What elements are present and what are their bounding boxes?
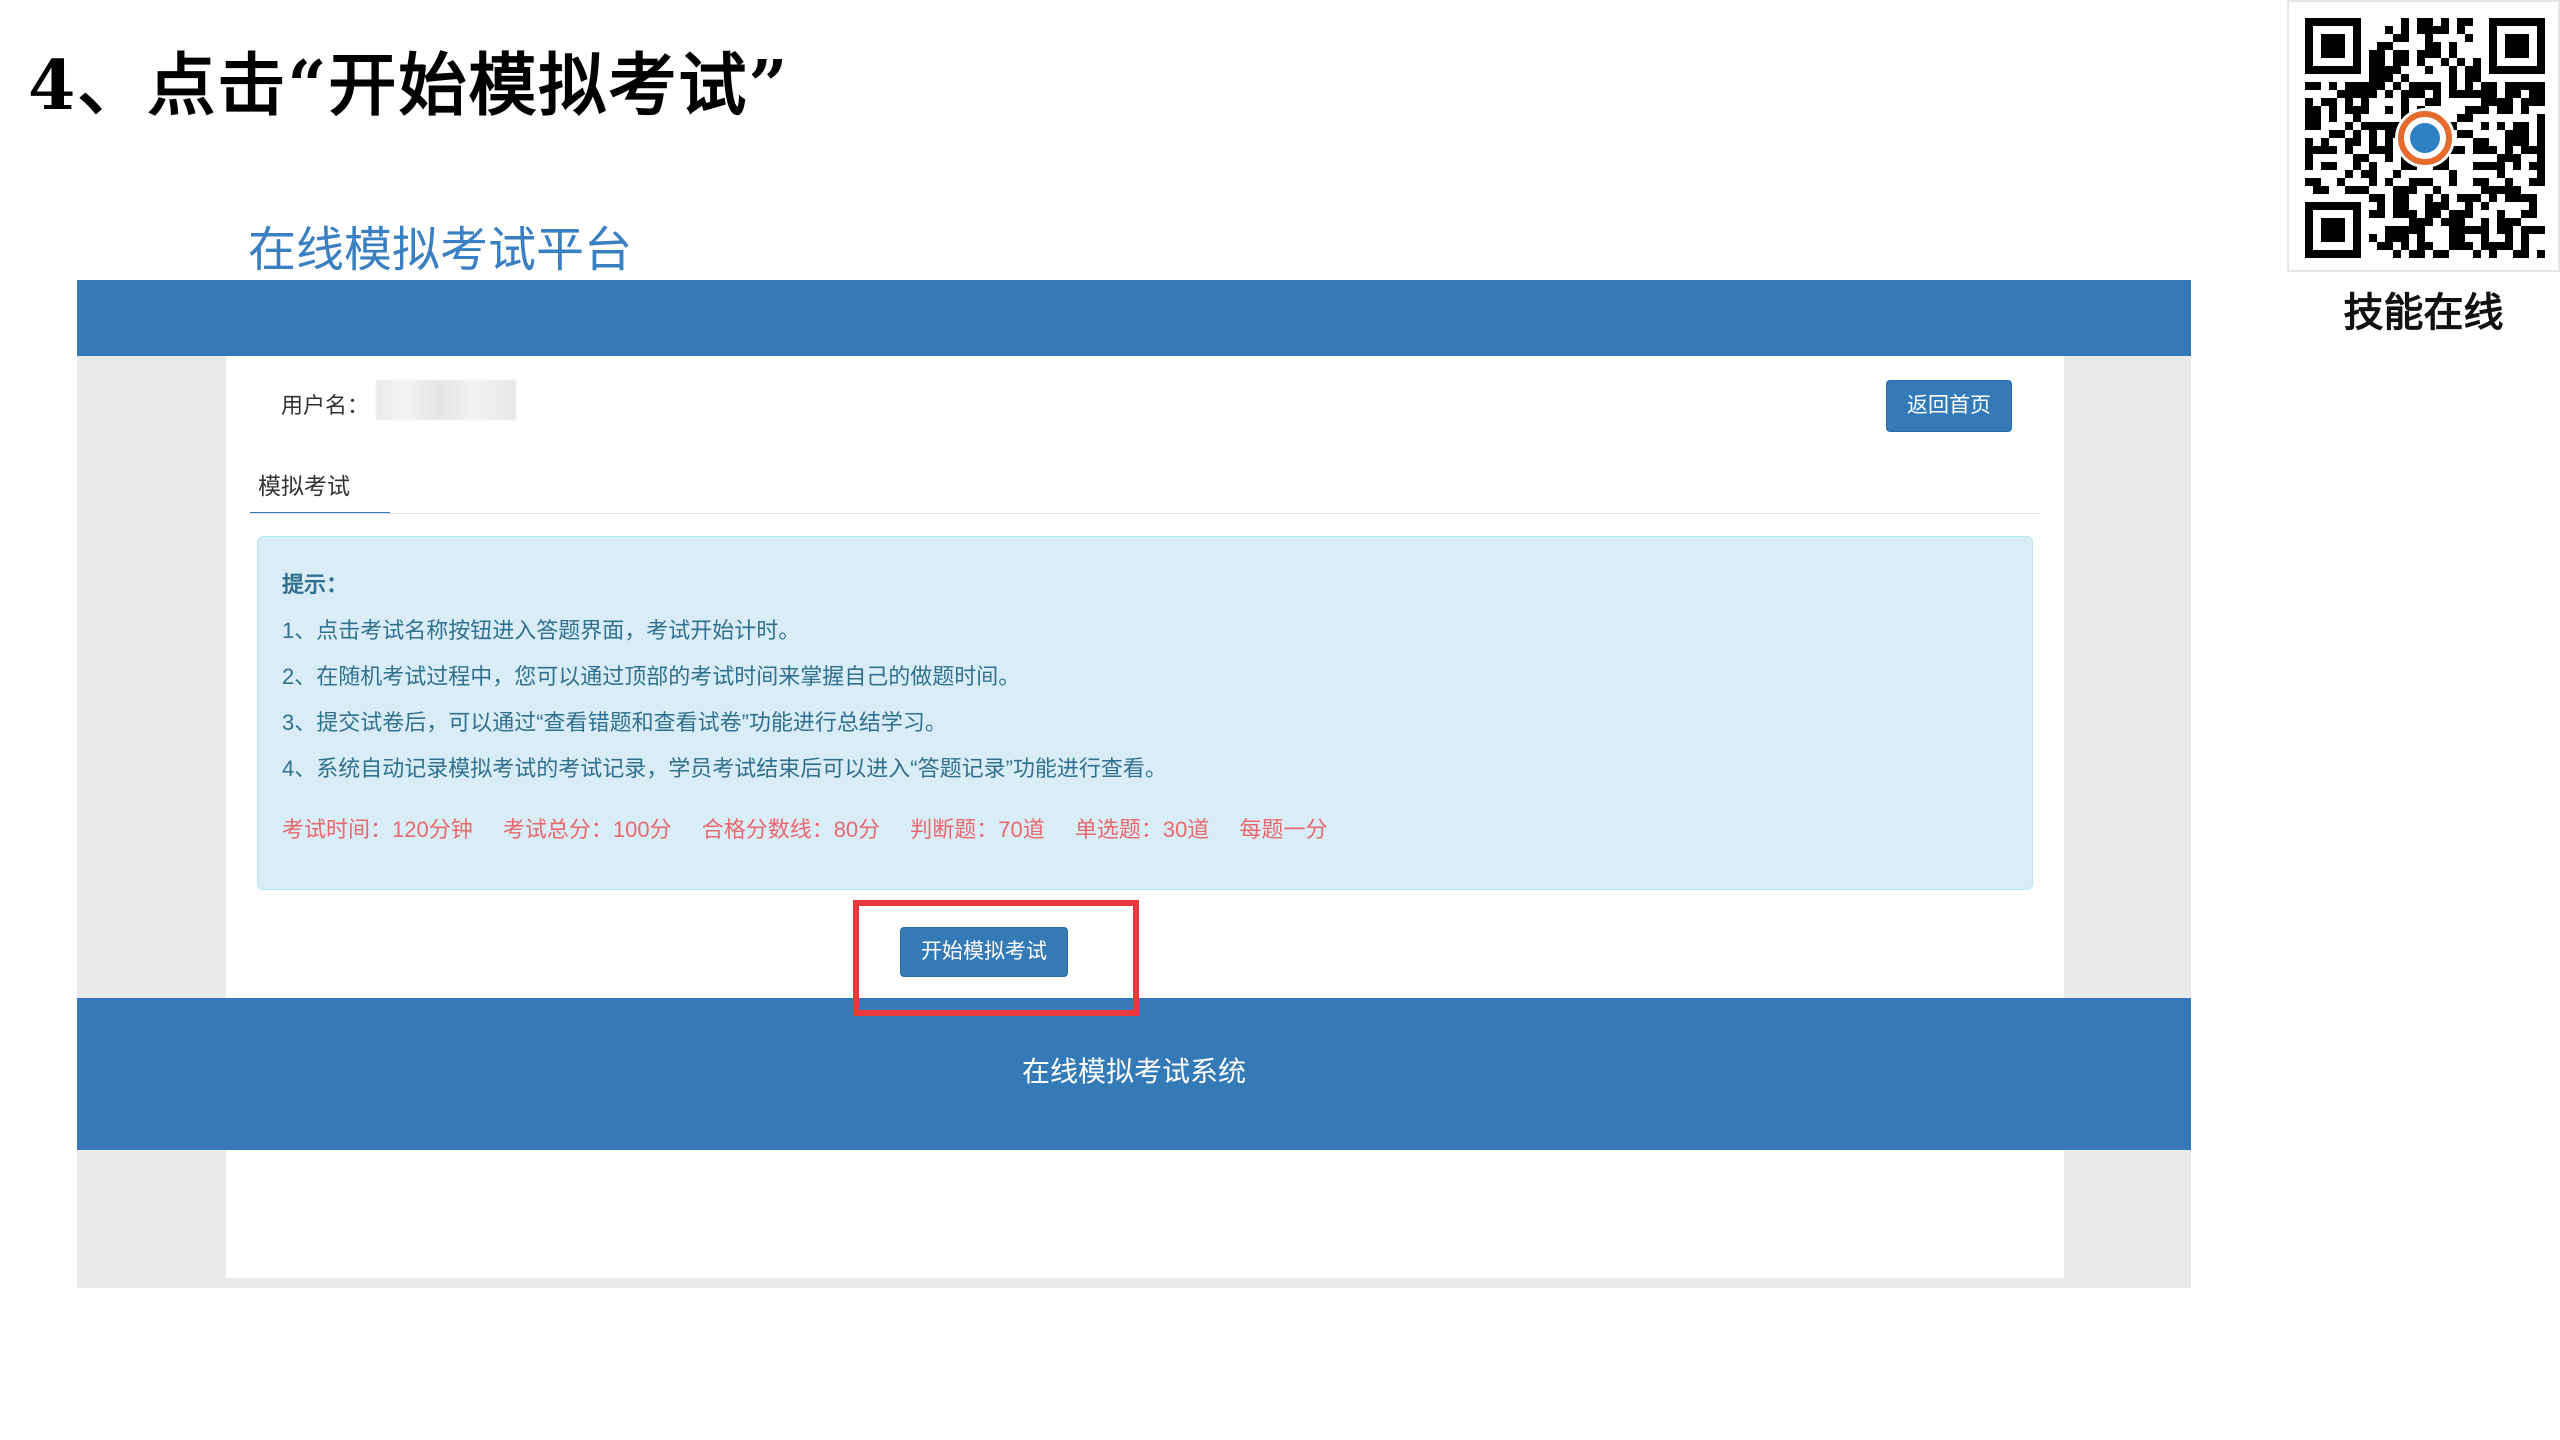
tip-line: 4、系统自动记录模拟考试的考试记录，学员考试结束后可以进入“答题记录”功能进行查… <box>282 756 1167 781</box>
footer-text: 在线模拟考试系统 <box>1021 1055 1246 1088</box>
platform-title: 在线模拟考试平台 <box>248 222 633 278</box>
browser-viewport: 用户名： 返回首页 模拟考试 提示： 1、点击考试名称按钮进入答题界面，考试开始… <box>77 280 2191 1288</box>
exam-pass-score: 合格分数线：80分 <box>701 817 881 842</box>
exam-per-question: 每题一分 <box>1239 817 1328 842</box>
tab-mock-exam[interactable]: 模拟考试 <box>250 466 390 514</box>
exam-info: 考试时间：120分钟 考试总分：100分 合格分数线：80分 判断题：70道 单… <box>282 812 1352 844</box>
exam-single-count: 单选题：30道 <box>1074 817 1210 842</box>
exam-total-score: 考试总分：100分 <box>502 817 672 842</box>
qr-code <box>2287 0 2560 272</box>
top-nav-bar <box>77 280 2191 356</box>
slide-title: 4、点击“开始模拟考试” <box>28 46 790 126</box>
tips-alert: 提示： 1、点击考试名称按钮进入答题界面，考试开始计时。 2、在随机考试过程中，… <box>257 536 2033 890</box>
exam-time: 考试时间：120分钟 <box>282 817 473 842</box>
footer: 在线模拟考试系统 <box>77 998 2191 1150</box>
username-value-blurred <box>376 380 516 420</box>
back-home-button[interactable]: 返回首页 <box>1886 380 2012 432</box>
username-label: 用户名： <box>281 393 370 418</box>
tip-line: 1、点击考试名称按钮进入答题界面，考试开始计时。 <box>282 618 801 643</box>
start-mock-exam-button[interactable]: 开始模拟考试 <box>900 927 1068 977</box>
tip-line: 2、在随机考试过程中，您可以通过顶部的考试时间来掌握自己的做题时间。 <box>282 664 1021 689</box>
qr-code-icon <box>2305 18 2545 258</box>
exam-judge-count: 判断题：70道 <box>910 817 1045 842</box>
tips-title: 提示： <box>282 572 349 597</box>
qr-block: 技能在线 <box>2287 0 2560 350</box>
tab-divider <box>250 513 2040 514</box>
tip-line: 3、提交试卷后，可以通过“查看错题和查看试卷”功能进行总结学习。 <box>282 710 947 735</box>
qr-caption: 技能在线 <box>2343 290 2504 336</box>
